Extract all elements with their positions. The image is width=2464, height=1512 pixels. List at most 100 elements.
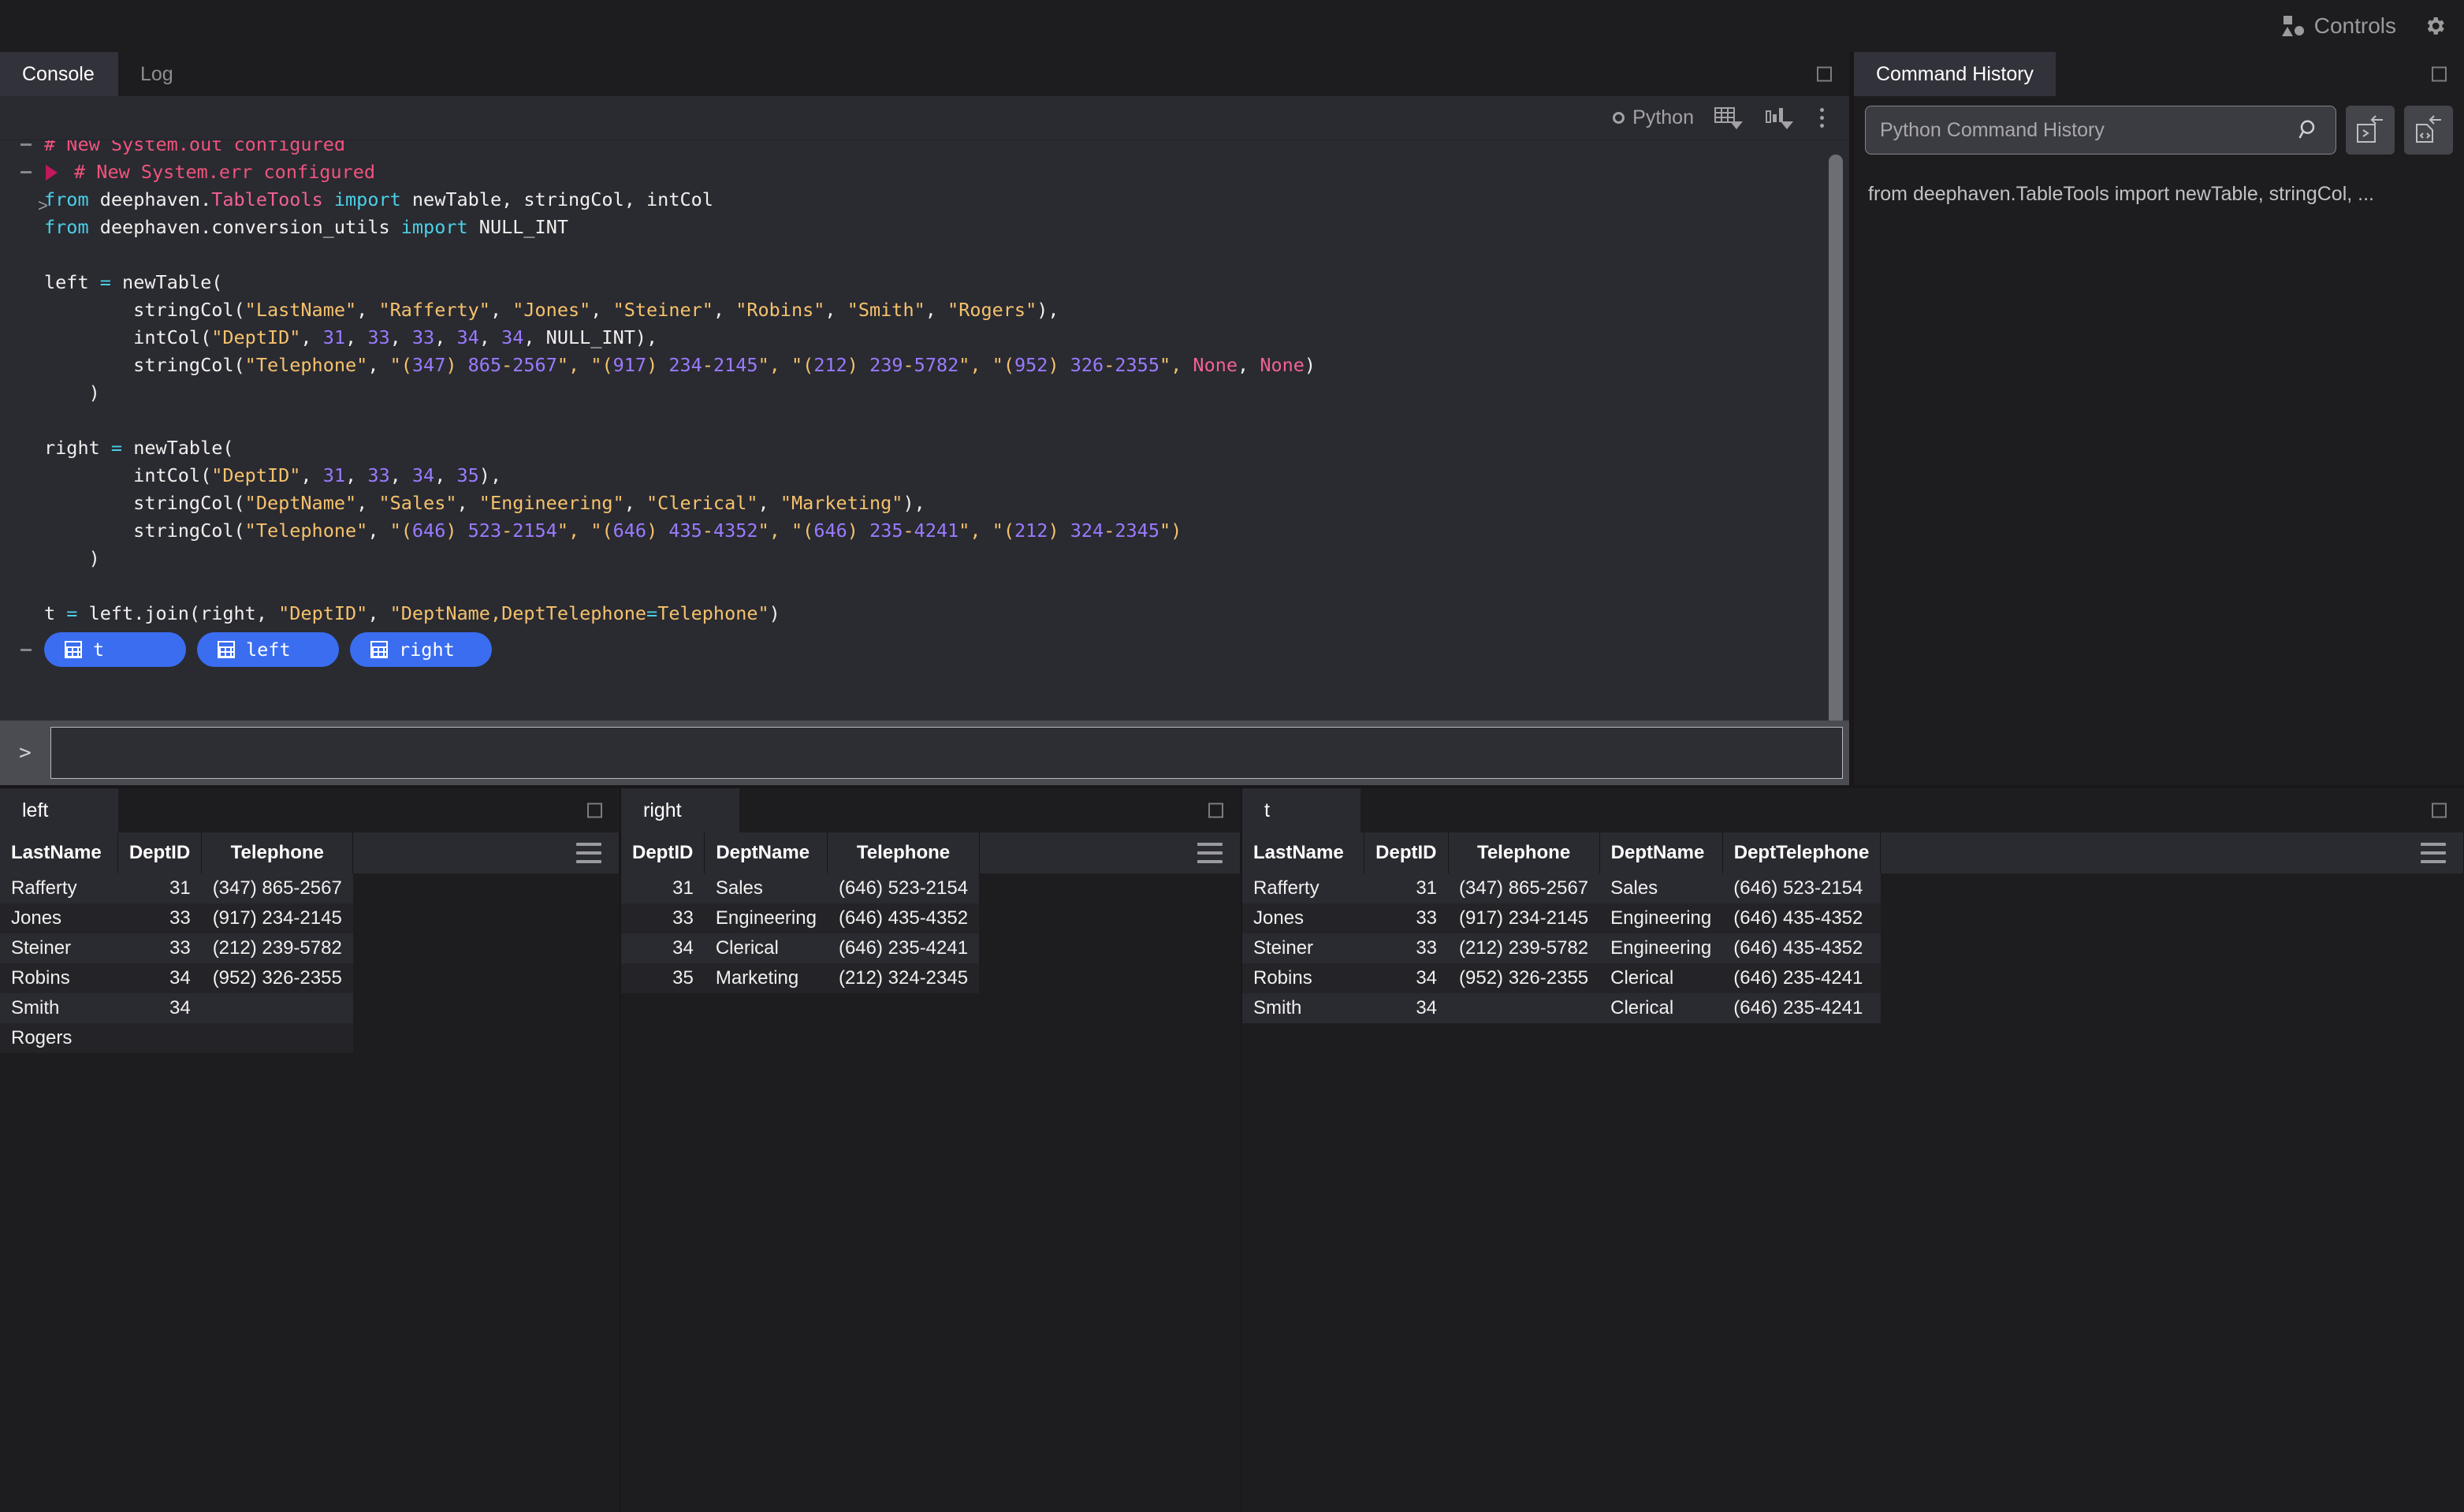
table-cell-LastName[interactable]: Robins (1242, 963, 1364, 993)
history-search-input[interactable] (1880, 118, 2298, 142)
column-header-Telephone[interactable]: Telephone (1448, 832, 1600, 873)
table-cell-DeptID[interactable]: 33 (1364, 903, 1449, 933)
table-cell-DeptID[interactable]: 34 (1364, 963, 1449, 993)
table-cell-Telephone[interactable]: (952) 326-2355 (201, 963, 353, 993)
table-cell-DeptID[interactable]: 35 (621, 963, 705, 993)
table-cell-LastName[interactable]: Steiner (1242, 933, 1364, 963)
tab-console[interactable]: Console (0, 52, 118, 96)
table-row[interactable]: Jones 33 (917) 234-2145 (0, 903, 620, 933)
table-cell-DeptName[interactable]: Engineering (1599, 933, 1723, 963)
table-cell-Telephone[interactable]: (347) 865-2567 (201, 873, 353, 903)
tab-t[interactable]: t (1242, 788, 1360, 832)
maximize-table-panel-icon[interactable] (1208, 803, 1223, 818)
table-row[interactable]: 35 Marketing (212) 324-2345 (621, 963, 1241, 993)
table-grid-container[interactable]: DeptID DeptName Telephone 31 Sales (646) 523-… (621, 832, 1241, 1512)
open-table-button-left[interactable]: left (197, 632, 339, 667)
column-header-LastName[interactable]: LastName (1242, 832, 1365, 873)
table-cell-Telephone[interactable]: (347) 865-2567 (1448, 873, 1600, 903)
table-cell-DeptID[interactable]: 33 (117, 903, 202, 933)
table-cell-DeptTelephone[interactable]: (646) 523-2154 (1722, 873, 1881, 903)
table-dropdown-icon[interactable] (1714, 106, 1744, 130)
table-cell-DeptID[interactable]: 33 (1364, 933, 1449, 963)
settings-button[interactable] (2423, 14, 2447, 38)
console-vertical-scrollbar[interactable] (1829, 155, 1843, 721)
table-row[interactable]: 31 Sales (646) 523-2154 (621, 873, 1241, 903)
table-menu-icon[interactable] (576, 843, 601, 863)
history-search-box[interactable] (1865, 106, 2336, 155)
table-cell-LastName[interactable]: Jones (1242, 903, 1364, 933)
console-scrollbar-thumb[interactable] (1829, 155, 1843, 721)
column-header-DeptName[interactable]: DeptName (704, 832, 828, 873)
tab-command-history[interactable]: Command History (1854, 52, 2056, 96)
maximize-table-panel-icon[interactable] (587, 803, 602, 818)
table-cell-Telephone[interactable] (1448, 993, 1600, 1023)
table-cell-DeptID[interactable]: 34 (117, 993, 202, 1023)
table-cell-DeptTelephone[interactable]: (646) 435-4352 (1722, 933, 1881, 963)
tab-log[interactable]: Log (118, 52, 236, 96)
table-row[interactable]: 33 Engineering (646) 435-4352 (621, 903, 1241, 933)
table-cell-DeptName[interactable]: Sales (1599, 873, 1723, 903)
column-header-DeptID[interactable]: DeptID (1364, 832, 1449, 873)
table-row[interactable]: Steiner 33 (212) 239-5782 Engineering (646) … (1242, 933, 2464, 963)
console-overflow-menu-icon[interactable] (1815, 108, 1829, 128)
log-collapse-dash[interactable] (20, 143, 32, 146)
column-header-LastName[interactable]: LastName (0, 832, 118, 873)
log-collapse-dash[interactable] (20, 171, 32, 173)
table-cell-LastName[interactable]: Smith (0, 993, 118, 1023)
table-cell-Telephone[interactable] (201, 993, 353, 1023)
open-table-button-right[interactable]: right (350, 632, 492, 667)
console-output-scroll-area[interactable]: # New System.out configured # New System.… (0, 140, 1849, 721)
maximize-history-icon[interactable] (2432, 66, 2447, 82)
table-cell-Telephone[interactable]: (212) 239-5782 (1448, 933, 1600, 963)
table-cell-DeptID[interactable]: 34 (621, 933, 705, 963)
table-cell-LastName[interactable]: Smith (1242, 993, 1364, 1023)
table-cell-DeptID[interactable] (117, 1023, 202, 1053)
table-grid-container[interactable]: LastName DeptID Telephone Rafferty 31 (347) 8… (0, 832, 620, 1512)
table-menu-icon[interactable] (2421, 843, 2446, 863)
maximize-table-panel-icon[interactable] (2432, 803, 2447, 818)
table-cell-DeptName[interactable]: Clerical (1599, 993, 1723, 1023)
table-cell-DeptID[interactable]: 33 (117, 933, 202, 963)
table-cell-DeptID[interactable]: 34 (117, 963, 202, 993)
table-cell-LastName[interactable]: Robins (0, 963, 118, 993)
table-cell-DeptID[interactable]: 31 (621, 873, 705, 903)
table-cell-LastName[interactable]: Rogers (0, 1023, 118, 1053)
table-cell-Telephone[interactable]: (646) 523-2154 (827, 873, 980, 903)
chart-dropdown-icon[interactable] (1765, 106, 1795, 130)
log-expand-triangle-icon[interactable] (46, 165, 58, 181)
table-cell-Telephone[interactable]: (212) 324-2345 (827, 963, 980, 993)
column-header-DeptTelephone[interactable]: DeptTelephone (1722, 832, 1881, 873)
table-cell-DeptName[interactable]: Marketing (704, 963, 828, 993)
controls-button[interactable]: Controls (2281, 13, 2396, 39)
table-row[interactable]: Smith 34 (0, 993, 620, 1023)
table-cell-DeptName[interactable]: Sales (704, 873, 828, 903)
tab-left[interactable]: left (0, 788, 118, 832)
table-cell-DeptName[interactable]: Engineering (1599, 903, 1723, 933)
table-cell-DeptTelephone[interactable]: (646) 235-4241 (1722, 963, 1881, 993)
table-row[interactable]: Steiner 33 (212) 239-5782 (0, 933, 620, 963)
table-row[interactable]: 34 Clerical (646) 235-4241 (621, 933, 1241, 963)
table-cell-Telephone[interactable]: (212) 239-5782 (201, 933, 353, 963)
table-cell-DeptTelephone[interactable]: (646) 235-4241 (1722, 993, 1881, 1023)
table-cell-DeptTelephone[interactable]: (646) 435-4352 (1722, 903, 1881, 933)
log-collapse-dash[interactable] (20, 649, 32, 651)
column-header-DeptID[interactable]: DeptID (117, 832, 203, 873)
table-cell-DeptID[interactable]: 31 (1364, 873, 1449, 903)
table-cell-LastName[interactable]: Steiner (0, 933, 118, 963)
table-cell-Telephone[interactable] (201, 1023, 353, 1053)
table-cell-DeptID[interactable]: 31 (117, 873, 202, 903)
table-row[interactable]: Jones 33 (917) 234-2145 Engineering (646) 43… (1242, 903, 2464, 933)
table-cell-Telephone[interactable]: (917) 234-2145 (1448, 903, 1600, 933)
table-row[interactable]: Rafferty 31 (347) 865-2567 (0, 873, 620, 903)
tab-right[interactable]: right (621, 788, 739, 832)
table-cell-Telephone[interactable]: (952) 326-2355 (1448, 963, 1600, 993)
table-cell-DeptName[interactable]: Clerical (1599, 963, 1723, 993)
table-menu-icon[interactable] (1197, 843, 1223, 863)
table-cell-Telephone[interactable]: (917) 234-2145 (201, 903, 353, 933)
table-row[interactable]: Robins 34 (952) 326-2355 (0, 963, 620, 993)
table-row[interactable]: Robins 34 (952) 326-2355 Clerical (646) 235-… (1242, 963, 2464, 993)
table-cell-Telephone[interactable]: (646) 235-4241 (827, 933, 980, 963)
table-row[interactable]: Rogers (0, 1023, 620, 1053)
table-cell-DeptID[interactable]: 34 (1364, 993, 1449, 1023)
table-row[interactable]: Rafferty 31 (347) 865-2567 Sales (646) 523-2… (1242, 873, 2464, 903)
